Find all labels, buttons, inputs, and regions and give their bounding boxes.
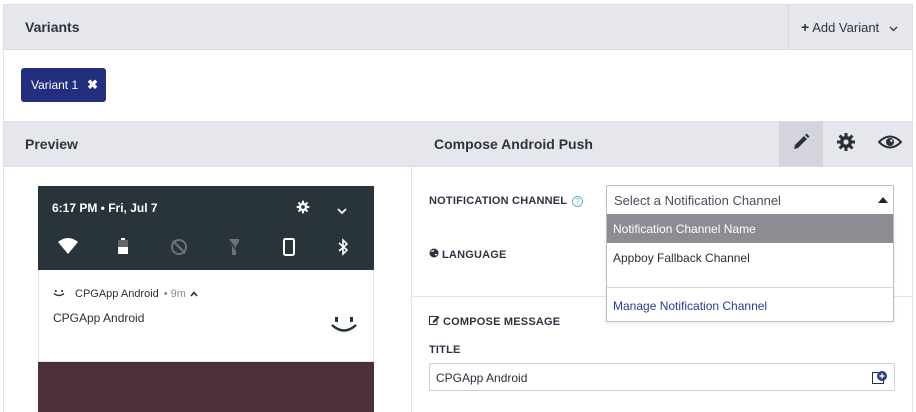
separator-dot: • [163,288,168,300]
chevron-down-icon [889,20,898,35]
dropdown-option[interactable]: Appboy Fallback Channel [607,243,893,272]
settings-icon [296,200,310,219]
manage-channel-link[interactable]: Manage Notification Channel [613,299,767,313]
variants-title: Variants [25,19,80,35]
chevron-down-icon [336,202,348,220]
notification-card: CPGApp Android • 9m CPGApp Android [38,270,374,362]
channel-dropdown: Notification Channel Name Appboy Fallbac… [606,214,894,322]
add-variant-button[interactable]: + Add Variant [788,5,912,49]
phone-rotate-icon [283,238,295,261]
variant-chip-label: Variant 1 [31,78,79,92]
compose-message-text: COMPOSE MESSAGE [443,315,561,328]
title-input-value: CPGApp Android [436,371,528,385]
chevron-up-icon [190,289,198,299]
settings-button[interactable] [824,122,868,166]
do-not-disturb-icon [170,238,188,261]
notification-channel-text: NOTIFICATION CHANNEL [429,195,568,207]
phone-status-bar: 6:17 PM • Fri, Jul 7 [38,186,374,270]
bluetooth-icon [338,238,349,261]
flashlight-icon [227,238,241,261]
pencil-icon [791,132,811,157]
app-smile-icon [53,289,65,300]
edit-icon [429,315,440,328]
notification-channel-label: NOTIFICATION CHANNEL ? [429,195,584,207]
eye-icon [877,134,903,155]
dropdown-option[interactable]: Notification Channel Name [607,214,893,243]
variants-body: Variant 1 ✖ [3,50,913,120]
gear-icon [836,132,856,157]
app-root: Variants + Add Variant Variant 1 ✖ Previ… [0,0,916,412]
notification-image [38,362,374,412]
preview-button[interactable] [868,122,912,166]
variant-chip[interactable]: Variant 1 ✖ [21,68,106,102]
language-text: LANGUAGE [442,248,507,261]
notification-app-name: CPGApp Android [75,288,159,300]
caret-up-icon [878,197,888,203]
compose-message-label: COMPOSE MESSAGE [429,315,560,328]
globe-icon [429,248,439,261]
preview-compose-header: Preview Compose Android Push [3,121,913,167]
battery-icon [118,238,128,259]
title-input[interactable]: CPGApp Android [429,363,895,391]
language-label: LANGUAGE [429,248,507,261]
notification-app-row: CPGApp Android • 9m [53,288,198,300]
compose-title: Compose Android Push [434,136,593,152]
edit-mode-button[interactable] [779,122,823,166]
plus-icon: + [801,19,810,35]
add-variant-label: Add Variant [812,19,880,35]
dropdown-divider [607,287,893,288]
variants-header: Variants + Add Variant [3,4,913,50]
notification-body: CPGApp Android [53,311,145,325]
add-personalization-icon[interactable] [872,370,888,389]
preview-title: Preview [25,136,78,152]
app-logo-icon [331,314,357,339]
title-label: TITLE [429,344,461,356]
notification-channel-select[interactable]: Select a Notification Channel [606,185,894,215]
help-icon[interactable]: ? [572,195,584,207]
select-placeholder: Select a Notification Channel [614,193,781,208]
phone-time: 6:17 PM • Fri, Jul 7 [52,201,158,215]
close-icon[interactable]: ✖ [87,77,98,93]
notification-time: 9m [170,288,186,300]
wifi-icon [58,238,78,259]
